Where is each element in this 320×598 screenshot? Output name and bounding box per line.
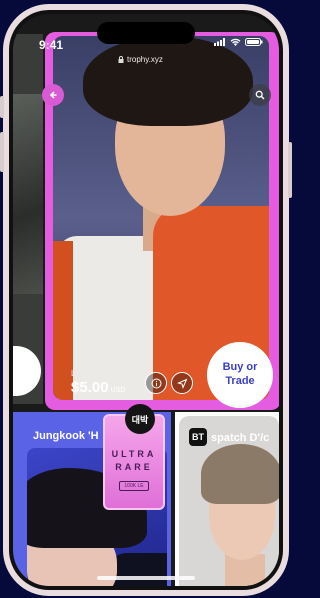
power-button <box>288 142 292 198</box>
screen: 9:41 trophy.xyz Lowest ask $5.00 USD Buy… <box>13 14 279 586</box>
share-button[interactable] <box>171 372 193 394</box>
battery-icon <box>245 38 263 46</box>
bts-logo-icon: BT <box>189 428 207 446</box>
price-value: $5.00 <box>71 379 109 396</box>
badge-line-3: 100K LE <box>119 481 149 491</box>
info-button[interactable] <box>145 372 167 394</box>
signal-icon <box>214 38 225 46</box>
card-dispatch-title: spatch D'/c <box>211 432 270 444</box>
home-indicator[interactable] <box>97 576 195 580</box>
stage: 9:41 trophy.xyz Lowest ask $5.00 USD Buy… <box>0 0 292 598</box>
volume-up-button <box>0 132 4 172</box>
url-text: trophy.xyz <box>127 55 163 64</box>
lowest-ask-label: Lowest ask <box>71 369 112 378</box>
badge-line-1: ULTRA <box>111 449 157 459</box>
dynamic-island <box>97 22 195 44</box>
previous-card-image <box>13 94 43 294</box>
buy-or-trade-button[interactable]: Buy or Trade <box>207 342 273 408</box>
badge-line-2: RARE <box>115 462 153 472</box>
card-jungkook-title: Jungkook 'H <box>33 430 99 442</box>
back-button[interactable] <box>42 84 64 106</box>
card-dispatch[interactable]: BT spatch D'/c <box>175 412 279 586</box>
price-currency: USD <box>110 387 126 394</box>
url-bar[interactable]: trophy.xyz <box>118 55 163 64</box>
phone-frame: 9:41 trophy.xyz Lowest ask $5.00 USD Buy… <box>0 4 292 596</box>
share-icon <box>176 378 187 389</box>
phone-bezel: 9:41 trophy.xyz Lowest ask $5.00 USD Buy… <box>9 10 283 590</box>
mute-switch <box>0 96 4 118</box>
search-button[interactable] <box>249 84 271 106</box>
daebak-stamp: 대박 <box>125 404 155 434</box>
info-icon <box>151 378 161 388</box>
back-arrow-icon <box>49 91 57 99</box>
lock-icon <box>118 56 124 63</box>
status-icons <box>214 38 263 46</box>
status-time: 9:41 <box>39 38 64 52</box>
wifi-icon <box>230 38 241 46</box>
lowest-ask-price: $5.00 USD <box>71 379 125 396</box>
search-icon <box>255 90 265 100</box>
